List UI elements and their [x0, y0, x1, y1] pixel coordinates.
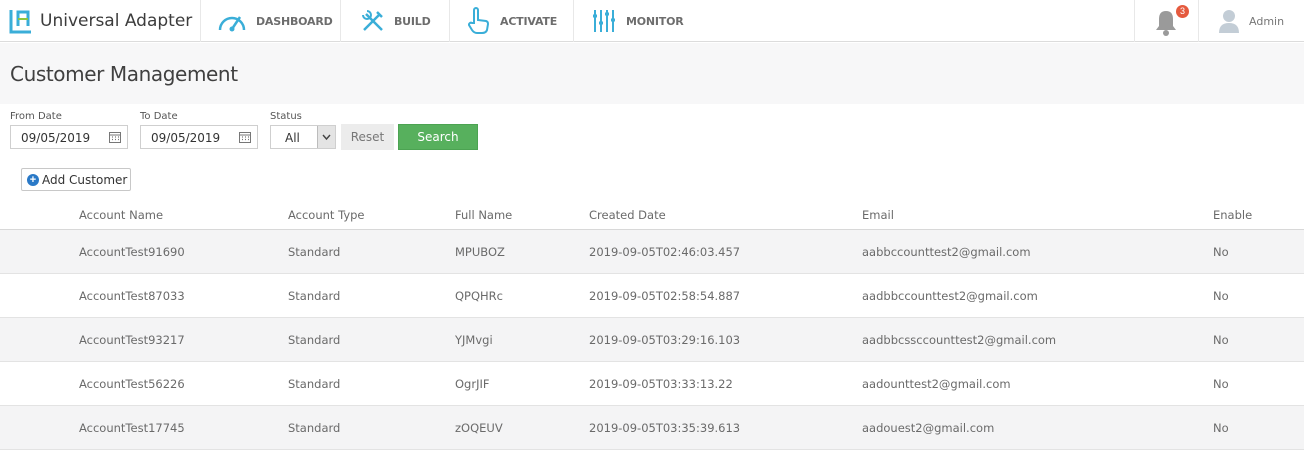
nav-divider: [340, 0, 341, 42]
calendar-icon[interactable]: [239, 131, 251, 143]
nav-build[interactable]: BUILD: [360, 0, 431, 42]
row-spacer: [0, 405, 79, 450]
column-header-account-type[interactable]: Account Type: [288, 200, 455, 230]
brand[interactable]: Universal Adapter: [8, 6, 192, 36]
cell-email: aadbbcssccounttest2@gmail.com: [862, 317, 1213, 362]
row-spacer: [0, 317, 79, 362]
status-select[interactable]: All: [270, 125, 336, 149]
from-date-input[interactable]: 09/05/2019: [10, 125, 128, 149]
cell-email: aadbbccounttest2@gmail.com: [862, 273, 1213, 318]
cell-created-date: 2019-09-05T03:35:39.613: [589, 405, 862, 450]
calendar-icon[interactable]: [109, 131, 121, 143]
notification-count-badge: 3: [1176, 5, 1189, 18]
nav-monitor-label: MONITOR: [626, 14, 684, 28]
cell-enable: No: [1213, 273, 1304, 318]
nav-monitor[interactable]: MONITOR: [592, 0, 684, 42]
cell-account-name: AccountTest91690: [79, 229, 288, 274]
to-date-value: 09/05/2019: [151, 131, 221, 145]
chevron-down-icon: [322, 134, 331, 141]
column-header-created-date[interactable]: Created Date: [589, 200, 862, 230]
table-row[interactable]: AccountTest91690 Standard MPUBOZ 2019-09…: [0, 229, 1304, 274]
nav-build-label: BUILD: [394, 14, 431, 28]
cell-full-name: MPUBOZ: [455, 229, 589, 274]
cell-enable: No: [1213, 361, 1304, 406]
nav-divider: [449, 0, 450, 42]
cell-enable: No: [1213, 317, 1304, 362]
column-header-enable[interactable]: Enable: [1213, 200, 1304, 230]
nav-divider: [200, 0, 201, 42]
hand-pointer-icon: [468, 7, 489, 34]
search-button[interactable]: Search: [398, 124, 478, 150]
cell-enable: No: [1213, 229, 1304, 274]
column-header-account-name[interactable]: Account Name: [79, 200, 288, 230]
cell-account-type: Standard: [288, 273, 455, 318]
page-title: Customer Management: [10, 62, 238, 86]
to-date-input[interactable]: 09/05/2019: [140, 125, 258, 149]
user-menu[interactable]: Admin: [1218, 6, 1284, 36]
cell-account-type: Standard: [288, 317, 455, 362]
sliders-icon: [593, 10, 615, 32]
cell-full-name: QPQHRc: [455, 273, 589, 318]
cell-account-type: Standard: [288, 229, 455, 274]
cell-created-date: 2019-09-05T02:46:03.457: [589, 229, 862, 274]
plus-circle-icon: +: [27, 173, 39, 186]
dropdown-arrow[interactable]: [317, 126, 335, 148]
cell-account-type: Standard: [288, 361, 455, 406]
row-spacer: [0, 273, 79, 318]
column-header-full-name[interactable]: Full Name: [455, 200, 589, 230]
cell-account-type: Standard: [288, 405, 455, 450]
table-row[interactable]: AccountTest56226 Standard OgrJIF 2019-09…: [0, 361, 1304, 406]
from-date-value: 09/05/2019: [21, 131, 91, 145]
cell-created-date: 2019-09-05T03:33:13.22: [589, 361, 862, 406]
nav-activate-label: ACTIVATE: [500, 14, 558, 28]
from-date-label: From Date: [10, 111, 62, 122]
cell-account-name: AccountTest93217: [79, 317, 288, 362]
cell-full-name: zOQEUV: [455, 405, 589, 450]
speedometer-icon: [218, 16, 246, 32]
row-spacer: [0, 229, 79, 274]
nav-divider: [573, 0, 574, 42]
top-navigation-bar: Universal Adapter DASHBOARD BUILD ACTIVA…: [0, 0, 1304, 42]
nav-divider: [1198, 0, 1199, 42]
to-date-label: To Date: [140, 111, 178, 122]
user-avatar-icon: [1219, 10, 1239, 33]
nav-activate[interactable]: ACTIVATE: [466, 0, 557, 42]
column-header-email[interactable]: Email: [862, 200, 1213, 230]
table-header-spacer: [0, 200, 79, 230]
cell-email: aadounttest2@gmail.com: [862, 361, 1213, 406]
cell-account-name: AccountTest87033: [79, 273, 288, 318]
cell-email: aadouest2@gmail.com: [862, 405, 1213, 450]
row-spacer: [0, 361, 79, 406]
cell-created-date: 2019-09-05T02:58:54.887: [589, 273, 862, 318]
add-customer-button[interactable]: + Add Customer: [21, 168, 131, 191]
status-value: All: [285, 131, 300, 145]
nav-dashboard[interactable]: DASHBOARD: [216, 0, 333, 42]
universal-adapter-logo-icon: [9, 10, 31, 34]
cell-email: aabbccounttest2@gmail.com: [862, 229, 1213, 274]
cell-account-name: AccountTest17745: [79, 405, 288, 450]
table-row[interactable]: AccountTest17745 Standard zOQEUV 2019-09…: [0, 405, 1304, 450]
status-label: Status: [270, 111, 302, 122]
cell-full-name: OgrJIF: [455, 361, 589, 406]
cell-created-date: 2019-09-05T03:29:16.103: [589, 317, 862, 362]
cell-full-name: YJMvgi: [455, 317, 589, 362]
app-title: Universal Adapter: [40, 11, 193, 31]
nav-divider: [1134, 0, 1135, 42]
nav-dashboard-label: DASHBOARD: [256, 14, 333, 28]
reset-button[interactable]: Reset: [341, 124, 394, 150]
table-row[interactable]: AccountTest93217 Standard YJMvgi 2019-09…: [0, 317, 1304, 362]
cell-account-name: AccountTest56226: [79, 361, 288, 406]
customers-table: Account Name Account Type Full Name Crea…: [0, 200, 1304, 450]
table-row[interactable]: AccountTest87033 Standard QPQHRc 2019-09…: [0, 273, 1304, 318]
tools-icon: [362, 10, 383, 31]
user-name: Admin: [1249, 14, 1285, 28]
table-header-row: Account Name Account Type Full Name Crea…: [0, 200, 1304, 230]
cell-enable: No: [1213, 405, 1304, 450]
add-customer-label: Add Customer: [42, 172, 128, 187]
